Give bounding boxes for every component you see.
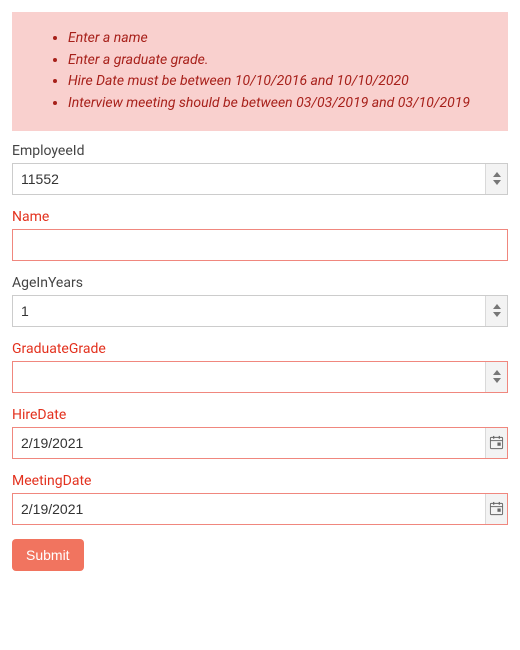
chevron-down-icon[interactable] xyxy=(493,180,501,185)
grade-input[interactable] xyxy=(13,362,485,392)
chevron-up-icon[interactable] xyxy=(493,172,501,177)
name-input[interactable] xyxy=(13,230,507,260)
number-spinner[interactable] xyxy=(485,164,507,194)
submit-button[interactable]: Submit xyxy=(12,539,84,571)
error-item: Enter a name xyxy=(68,28,488,50)
meeting-date-input[interactable] xyxy=(13,494,485,524)
chevron-down-icon[interactable] xyxy=(493,312,501,317)
meeting-date-label: MeetingDate xyxy=(12,473,508,489)
number-spinner[interactable] xyxy=(485,362,507,392)
age-input[interactable] xyxy=(13,296,485,326)
name-label: Name xyxy=(12,209,508,225)
calendar-icon[interactable] xyxy=(485,428,507,458)
meeting-date-input-wrap[interactable] xyxy=(12,493,508,525)
employee-id-input[interactable] xyxy=(13,164,485,194)
hire-date-label: HireDate xyxy=(12,407,508,423)
name-input-wrap[interactable] xyxy=(12,229,508,261)
age-label: AgeInYears xyxy=(12,275,508,291)
error-item: Enter a graduate grade. xyxy=(68,50,488,72)
employee-id-label: EmployeeId xyxy=(12,143,508,159)
chevron-down-icon[interactable] xyxy=(493,378,501,383)
employee-id-input-wrap[interactable] xyxy=(12,163,508,195)
grade-label: GraduateGrade xyxy=(12,341,508,357)
grade-input-wrap[interactable] xyxy=(12,361,508,393)
chevron-up-icon[interactable] xyxy=(493,304,501,309)
error-item: Hire Date must be between 10/10/2016 and… xyxy=(68,71,488,93)
validation-summary: Enter a name Enter a graduate grade. Hir… xyxy=(12,12,508,131)
error-item: Interview meeting should be between 03/0… xyxy=(68,93,488,115)
hire-date-input-wrap[interactable] xyxy=(12,427,508,459)
hire-date-input[interactable] xyxy=(13,428,485,458)
number-spinner[interactable] xyxy=(485,296,507,326)
age-input-wrap[interactable] xyxy=(12,295,508,327)
calendar-icon[interactable] xyxy=(485,494,507,524)
chevron-up-icon[interactable] xyxy=(493,370,501,375)
